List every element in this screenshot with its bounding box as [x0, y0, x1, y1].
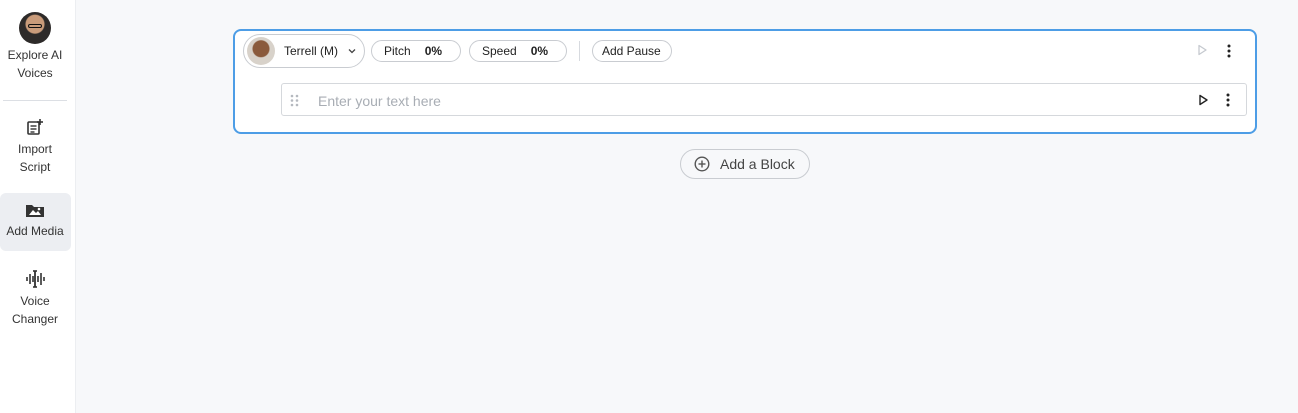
- add-pause-button[interactable]: Add Pause: [592, 40, 672, 62]
- pitch-label: Pitch: [384, 44, 411, 58]
- sidebar-item-add-media[interactable]: Add Media: [0, 202, 70, 240]
- play-icon[interactable]: [1196, 44, 1208, 56]
- user-avatar: [19, 12, 51, 44]
- import-script-icon: [27, 119, 43, 135]
- sidebar-item-label: Voice: [20, 294, 50, 308]
- voice-selector[interactable]: Terrell (M): [243, 34, 365, 68]
- sidebar-item-import-script[interactable]: Import Script: [0, 118, 70, 176]
- toolbar-divider: [579, 41, 580, 61]
- sidebar-item-voice-changer[interactable]: Voice Changer: [0, 270, 70, 328]
- chevron-down-icon: [348, 49, 356, 54]
- play-icon[interactable]: [1197, 94, 1209, 106]
- add-pause-label: Add Pause: [602, 44, 661, 58]
- sidebar-item-label: Script: [19, 160, 51, 174]
- voice-block[interactable]: Terrell (M) Pitch 0% Speed 0% Add Pause: [233, 29, 1257, 134]
- script-text-input[interactable]: [316, 90, 1180, 112]
- sidebar-item-label: Import: [17, 142, 52, 156]
- sidebar-item-label: Changer: [11, 312, 59, 326]
- add-block-button[interactable]: Add a Block: [680, 149, 810, 179]
- more-options-icon[interactable]: [1226, 44, 1232, 58]
- sidebar-divider: [3, 100, 67, 101]
- voice-avatar: [247, 37, 275, 65]
- text-row: [281, 83, 1247, 116]
- pitch-control[interactable]: Pitch 0%: [371, 40, 461, 62]
- add-media-icon: [26, 205, 44, 217]
- more-options-icon[interactable]: [1225, 93, 1231, 107]
- plus-circle-icon: [694, 156, 710, 172]
- sidebar-item-label: Voices: [17, 66, 53, 80]
- sidebar: Explore AI Voices Import Script Add Medi…: [0, 0, 76, 413]
- sidebar-item-explore-ai-voices[interactable]: Explore AI Voices: [0, 12, 70, 82]
- add-block-label: Add a Block: [720, 156, 795, 172]
- sidebar-item-label: Add Media: [6, 224, 64, 238]
- drag-handle-icon[interactable]: [290, 94, 299, 107]
- speed-value: 0%: [530, 44, 549, 58]
- sidebar-item-label: Explore AI: [7, 48, 63, 62]
- speed-control[interactable]: Speed 0%: [469, 40, 567, 62]
- voice-name: Terrell (M): [284, 44, 338, 58]
- speed-label: Speed: [482, 44, 517, 58]
- voice-changer-icon: [26, 270, 45, 288]
- pitch-value: 0%: [424, 44, 443, 58]
